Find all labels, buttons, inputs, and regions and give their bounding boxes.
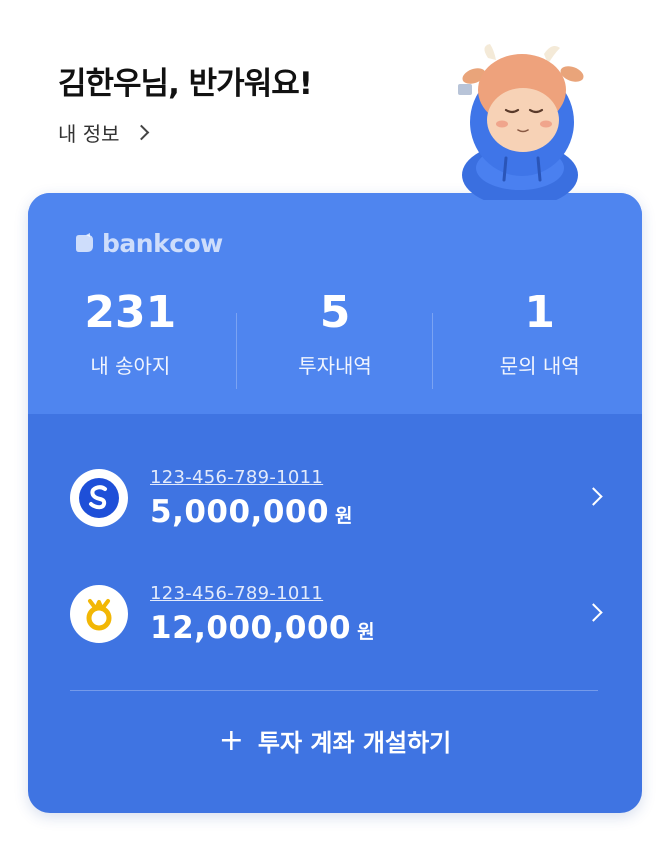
stats-row: 231 내 송아지 5 투자내역 1 문의 내역 <box>28 288 642 379</box>
brand-name: bankcow <box>102 229 223 258</box>
chevron-right-icon <box>584 603 603 622</box>
stat-investments[interactable]: 5 투자내역 <box>233 288 438 379</box>
currency-unit: 원 <box>357 620 375 643</box>
bankcow-logo-icon <box>76 232 93 252</box>
account-number[interactable]: 123-456-789-1011 <box>150 467 353 488</box>
account-row[interactable]: 123-456-789-1011 5,000,000 원 <box>70 463 610 533</box>
stat-divider <box>432 313 433 389</box>
account-row[interactable]: 123-456-789-1011 12,000,000 원 <box>70 579 610 649</box>
stat-value: 5 <box>319 287 351 338</box>
my-info-link[interactable]: 내 정보 <box>58 118 149 147</box>
stat-label: 투자내역 <box>298 354 372 378</box>
greeting-title: 김한우님, 반가워요! <box>58 66 313 102</box>
plus-icon: + <box>218 722 244 758</box>
account-info: 123-456-789-1011 5,000,000 원 <box>150 467 353 530</box>
kb-bank-icon <box>70 585 128 643</box>
stat-divider <box>236 313 237 389</box>
account-balance: 12,000,000 <box>150 609 352 646</box>
my-info-label: 내 정보 <box>58 122 120 146</box>
chevron-right-icon <box>584 487 603 506</box>
chevron-right-icon <box>133 124 149 141</box>
stat-label: 문의 내역 <box>499 354 580 378</box>
cow-mascot-image <box>458 44 584 200</box>
stat-value: 231 <box>84 287 177 338</box>
open-account-label: 투자 계좌 개설하기 <box>257 729 452 757</box>
stat-value: 1 <box>524 287 555 338</box>
account-number[interactable]: 123-456-789-1011 <box>150 583 375 604</box>
stat-inquiries[interactable]: 1 문의 내역 <box>437 288 642 379</box>
open-investment-account-button[interactable]: + 투자 계좌 개설하기 <box>28 723 642 758</box>
account-balance: 5,000,000 <box>150 493 330 530</box>
section-divider <box>70 690 598 691</box>
currency-unit: 원 <box>335 504 353 527</box>
brand-logo: bankcow <box>72 229 223 258</box>
stat-my-calves[interactable]: 231 내 송아지 <box>28 288 233 379</box>
account-info: 123-456-789-1011 12,000,000 원 <box>150 583 375 646</box>
shinhan-bank-icon <box>70 469 128 527</box>
stat-label: 내 송아지 <box>90 354 171 378</box>
account-summary-card: bankcow 231 내 송아지 5 투자내역 1 문의 내역 123-456… <box>28 193 642 813</box>
